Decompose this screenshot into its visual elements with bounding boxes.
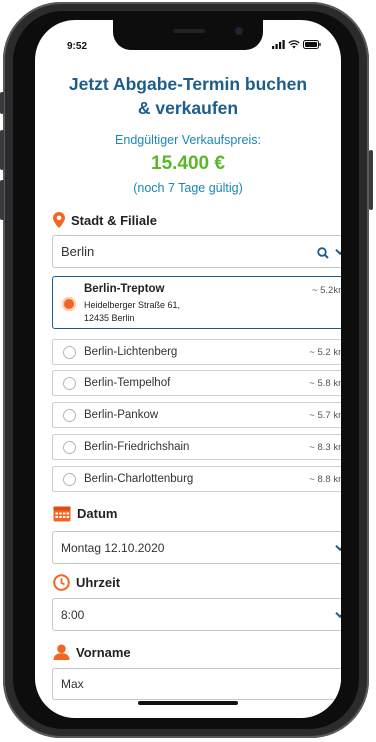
location-name: Berlin-Friedrichshain (84, 441, 190, 453)
location-name: Berlin-Charlottenburg (84, 473, 194, 485)
user-icon (53, 644, 70, 660)
date-select-value: Montag 12.10.2020 (61, 540, 165, 555)
location-option[interactable]: Berlin-Pankow ~ 5.7 km (52, 402, 341, 428)
location-distance: ~ 8.3 km (309, 442, 341, 453)
chevron-down-icon[interactable] (335, 248, 341, 255)
location-name: Berlin-Treptow (84, 283, 165, 295)
calendar-icon (53, 506, 71, 522)
location-distance: ~ 5.8 km (309, 378, 341, 389)
chevron-down-icon[interactable] (335, 544, 341, 551)
volume-down-button (0, 180, 4, 220)
price-label: Endgültiger Verkaufspreis: (115, 133, 261, 147)
radio-unselected[interactable] (63, 377, 76, 390)
firstname-input[interactable]: Max (52, 668, 341, 700)
location-distance: ~ 5.2km (311, 285, 341, 296)
firstname-input-value: Max (61, 677, 84, 691)
volume-up-button (0, 130, 4, 170)
mute-switch (0, 92, 4, 114)
radio-unselected[interactable] (63, 409, 76, 422)
city-section-text: Stadt & Filiale (71, 212, 157, 228)
location-option-selected[interactable]: Berlin-Treptow Heidelberger Straße 61, 1… (52, 276, 341, 329)
clock-icon (53, 574, 70, 591)
notch (113, 20, 263, 50)
location-option[interactable]: Berlin-Charlottenburg ~ 8.8 km (52, 466, 341, 492)
location-distance: ~ 8.8 km (309, 474, 341, 485)
time-section-text: Uhrzeit (76, 575, 121, 590)
page-title-line1: Jetzt Abgabe-Termin buchen (68, 74, 308, 94)
city-section-label: Stadt & Filiale (53, 212, 157, 228)
location-distance: ~ 5.7 km (309, 410, 341, 421)
chevron-down-icon[interactable] (335, 611, 341, 618)
time-select-value: 8:00 (61, 607, 85, 622)
location-option[interactable]: Berlin-Tempelhof ~ 5.8 km (52, 370, 341, 396)
radio-unselected[interactable] (63, 473, 76, 486)
price-validity: (noch 7 Tage gültig) (133, 181, 243, 195)
power-button (369, 150, 373, 210)
location-address: Heidelberger Straße 61, 12435 Berlin (84, 299, 254, 325)
search-icon[interactable] (317, 247, 329, 259)
location-option[interactable]: Berlin-Friedrichshain ~ 8.3 km (52, 434, 341, 460)
location-option[interactable]: Berlin-Lichtenberg ~ 5.2 km (52, 339, 341, 365)
date-section-label: Datum (53, 505, 117, 522)
date-section-text: Datum (77, 506, 118, 521)
location-pin-icon (53, 212, 65, 228)
location-name: Berlin-Pankow (84, 409, 159, 421)
city-search-input[interactable]: Berlin (52, 235, 341, 268)
signal-icon (272, 40, 285, 49)
location-name: Berlin-Lichtenberg (84, 346, 178, 358)
date-select[interactable]: Montag 12.10.2020 (52, 531, 341, 564)
speaker (173, 29, 205, 33)
front-camera (235, 27, 243, 35)
app-screen: 9:52 Jetzt Abgabe-Termin buchen & verkau… (35, 20, 341, 718)
firstname-section-label: Vorname (53, 644, 131, 660)
radio-unselected[interactable] (63, 346, 76, 359)
location-distance: ~ 5.2 km (309, 347, 341, 358)
time-section-label: Uhrzeit (53, 574, 120, 591)
price-value: 15.400 € (151, 153, 225, 174)
battery-icon (303, 40, 321, 49)
firstname-section-text: Vorname (76, 644, 131, 660)
location-name: Berlin-Tempelhof (84, 377, 171, 389)
status-icons (272, 40, 321, 49)
radio-selected[interactable] (62, 297, 76, 311)
radio-unselected[interactable] (63, 441, 76, 454)
page-title-line2: & verkaufen (137, 98, 239, 118)
wifi-icon (288, 40, 300, 49)
address-line2: 12435 Berlin (84, 313, 135, 323)
address-line1: Heidelberger Straße 61, (84, 300, 181, 310)
home-indicator (138, 701, 238, 705)
status-time: 9:52 (67, 41, 88, 52)
time-select[interactable]: 8:00 (52, 598, 341, 631)
city-search-value: Berlin (61, 244, 95, 259)
